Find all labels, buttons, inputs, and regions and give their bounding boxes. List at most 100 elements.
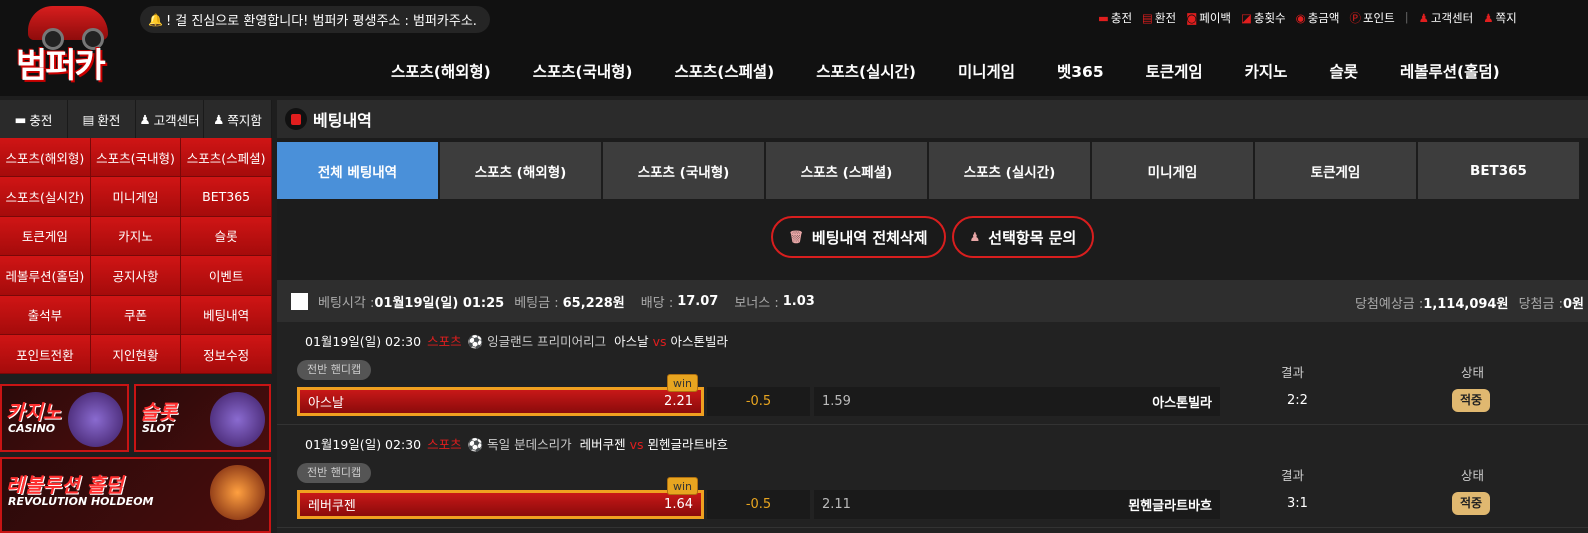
status-label: 상태 (1461, 365, 1485, 380)
away-option: 2.11 묀헨글라트바흐 (814, 490, 1220, 519)
status-badge: 적중 (1452, 389, 1491, 412)
sidebar-exchange-button[interactable]: ▤ 환전 (68, 100, 136, 138)
sidebar-item[interactable]: 스포츠(실시간) (0, 177, 91, 217)
logo[interactable]: 범퍼카 (10, 4, 135, 86)
sidebar-item[interactable]: 베팅내역 (181, 295, 272, 335)
tab-bet365[interactable]: BET365 (1418, 142, 1579, 199)
sidebar-item[interactable]: 지인현황 (90, 334, 182, 375)
sidebar-item[interactable]: 스포츠(국내형) (90, 138, 182, 178)
casino-banner[interactable]: 카지노 CASINO (0, 384, 129, 452)
bet-time: 01월19일(일) 01:25 (374, 295, 505, 311)
shirt-icon: ▤ (82, 111, 95, 127)
slot-banner[interactable]: 슬롯 SLOT (134, 384, 271, 452)
sidebar-item[interactable]: 슬롯 (181, 216, 272, 257)
inquiry-button[interactable]: ♟ 선택항목 문의 (951, 216, 1095, 258)
handicap-value: -0.5 (707, 490, 810, 519)
holdem-banner[interactable]: 레볼루션 홀덤 REVOLUTION HOLDEOM (0, 457, 271, 533)
page-title: 베팅내역 (313, 111, 372, 130)
nav-bet365[interactable]: 벳365 (1036, 60, 1125, 82)
soccer-icon: ⚽ (467, 334, 484, 349)
sidebar-item[interactable]: 출석부 (0, 295, 91, 335)
win-amount: 0원 (1562, 297, 1584, 312)
util-charge-count[interactable]: ◪ 충횟수 (1241, 10, 1286, 26)
sidebar-item[interactable]: 스포츠(해외형) (0, 138, 91, 178)
sidebar-item[interactable]: 쿠폰 (90, 295, 182, 335)
sidebar-item[interactable]: 스포츠(스페셜) (181, 138, 272, 178)
sidebar-item[interactable]: 미니게임 (90, 177, 182, 217)
tab-sports-special[interactable]: 스포츠 (스페셜) (766, 142, 927, 199)
user-icon: ♟ (1418, 11, 1429, 25)
user-icon: ♟ (139, 111, 151, 127)
notice-text: ! 걸 진심으로 환영합니다! 범퍼카 평생주소 : 범퍼카주소. (165, 14, 477, 29)
slot-machine-icon (210, 392, 265, 447)
nav-revolution-holdem[interactable]: 레볼루션(홀덤) (1379, 60, 1521, 82)
car-icon (28, 6, 108, 50)
handicap-value: -0.5 (707, 387, 810, 416)
sidebar-item[interactable]: 토큰게임 (0, 216, 91, 257)
nav-minigame[interactable]: 미니게임 (937, 60, 1036, 82)
nav-token-game[interactable]: 토큰게임 (1125, 60, 1224, 82)
away-option: 1.59 아스톤빌라 (814, 387, 1220, 416)
result-label: 결과 (1281, 365, 1305, 380)
game-row: 01월19일(일) 02:30 스포츠 ⚽ 잉글랜드 프리미어리그 아스날 vs 아… (277, 322, 1588, 425)
sidebar-item[interactable]: 공지사항 (90, 256, 182, 296)
util-message[interactable]: ♟ 쪽지 (1483, 10, 1516, 26)
market-badge: 전반 핸디캡 (297, 360, 372, 380)
sidebar-item[interactable]: 포인트전환 (0, 334, 91, 375)
selected-pick: 아스날 2.21 (297, 387, 704, 416)
delete-all-button[interactable]: 🗑 베팅내역 전체삭제 (770, 216, 946, 258)
divider: | (1404, 10, 1409, 24)
user-icon: ♟ (969, 230, 981, 244)
top-header: 범퍼카 🔔 ! 걸 진심으로 환영합니다! 범퍼카 평생주소 : 범퍼카주소. … (0, 0, 1588, 96)
sidebar-message-button[interactable]: ♟ 쪽지함 (204, 100, 272, 138)
bet-odds: 17.07 (677, 293, 719, 309)
util-charge[interactable]: ▬ 충전 (1098, 10, 1132, 26)
sidebar-item[interactable]: 레볼루션(홀덤) (0, 256, 91, 296)
sidebar-charge-button[interactable]: ▬ 충전 (0, 100, 68, 138)
bet-history-tabs: 전체 베팅내역 스포츠 (해외형) 스포츠 (국내형) 스포츠 (스페셜) 스포… (277, 142, 1588, 199)
tab-sports-live[interactable]: 스포츠 (실시간) (929, 142, 1090, 199)
result-label: 결과 (1281, 468, 1305, 483)
notice-ticker: 🔔 ! 걸 진심으로 환영합니다! 범퍼카 평생주소 : 범퍼카주소. (140, 6, 490, 33)
tab-sports-domestic[interactable]: 스포츠 (국내형) (603, 142, 764, 199)
page-title-bar: 베팅내역 (277, 100, 1588, 138)
util-exchange[interactable]: ▤ 환전 (1142, 10, 1176, 26)
sidebar-item[interactable]: BET365 (181, 177, 272, 217)
card-icon: ▬ (1098, 11, 1109, 25)
status-label: 상태 (1461, 468, 1485, 483)
util-support[interactable]: ♟ 고객센터 (1419, 10, 1474, 26)
sidebar-menu-grid: 스포츠(해외형) 스포츠(국내형) 스포츠(스페셜) 스포츠(실시간) 미니게임… (0, 138, 272, 375)
bet-summary: 베팅시각 :01월19일(일) 01:25 베팅금 :65,228원 배당 :1… (277, 280, 1588, 322)
util-point[interactable]: Ⓟ 포인트 (1349, 10, 1394, 26)
shirt-icon: ▤ (1142, 11, 1153, 25)
sidebar-item[interactable]: 이벤트 (181, 256, 272, 296)
main-nav: 스포츠(해외형) 스포츠(국내형) 스포츠(스페셜) 스포츠(실시간) 미니게임… (370, 60, 1521, 82)
util-charge-amount[interactable]: ◉ 충금액 (1296, 10, 1340, 26)
bell-icon: 🔔 (148, 12, 163, 27)
tab-all[interactable]: 전체 베팅내역 (277, 142, 438, 199)
utility-links: ▬ 충전 ▤ 환전 ◙ 페이백 ◪ 충횟수 ◉ 충금액 Ⓟ 포인트 | ♟ 고객센터 ♟ 쪽지 (1098, 10, 1517, 26)
game-row: 01월19일(일) 02:30 스포츠 ⚽ 독일 분데스리가 레버쿠젠 vs 묀헨글… (277, 425, 1588, 528)
status-badge: 적중 (1452, 492, 1491, 515)
soccer-icon: ⚽ (467, 437, 484, 452)
coins-icon: ◉ (1295, 11, 1306, 25)
nav-casino[interactable]: 카지노 (1224, 60, 1309, 82)
main-content: 베팅내역 전체 베팅내역 스포츠 (해외형) 스포츠 (국내형) 스포츠 (스페… (277, 100, 1588, 533)
win-badge: win (667, 374, 699, 392)
sidebar-support-button[interactable]: ♟ 고객센터 (136, 100, 204, 138)
bet-payout: 당첨예상금 :1,114,094원 당첨금 :0원 (1354, 297, 1584, 312)
expected-payout: 1,114,094원 (1423, 297, 1509, 312)
select-checkbox[interactable] (291, 292, 308, 310)
nav-sports-domestic[interactable]: 스포츠(국내형) (512, 60, 654, 82)
tab-minigame[interactable]: 미니게임 (1092, 142, 1253, 199)
logo-text: 범퍼카 (16, 46, 106, 86)
nav-slot[interactable]: 슬롯 (1308, 60, 1379, 82)
nav-sports-live[interactable]: 스포츠(실시간) (795, 60, 937, 82)
nav-sports-overseas[interactable]: 스포츠(해외형) (370, 60, 512, 82)
nav-sports-special[interactable]: 스포츠(스페셜) (653, 60, 795, 82)
sidebar-item[interactable]: 정보수정 (181, 334, 272, 375)
sidebar-item[interactable]: 카지노 (90, 216, 182, 257)
tab-token-game[interactable]: 토큰게임 (1255, 142, 1416, 199)
util-payback[interactable]: ◙ 페이백 (1186, 10, 1231, 26)
tab-sports-overseas[interactable]: 스포츠 (해외형) (440, 142, 601, 199)
